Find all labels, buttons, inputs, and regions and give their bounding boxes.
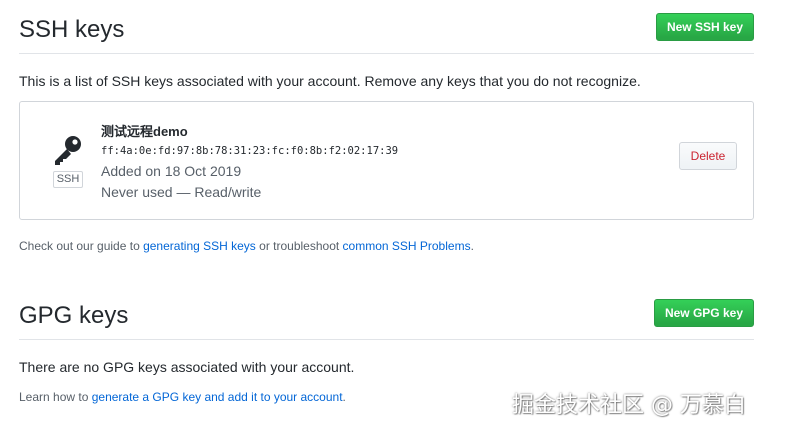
ssh-key-item: SSH 测试远程demo ff:4a:0e:fd:97:8b:78:31:23:… (19, 101, 754, 220)
ssh-guide-suffix: . (470, 239, 474, 253)
ssh-section-title: SSH keys (19, 16, 125, 43)
ssh-badge: SSH (53, 171, 83, 188)
ssh-key-usage: Never used — Read/write (101, 184, 262, 200)
gpg-section-header: GPG keys New GPG key (19, 297, 754, 340)
ssh-section-header: SSH keys New SSH key (19, 11, 754, 54)
common-ssh-problems-link[interactable]: common SSH Problems (343, 239, 471, 253)
ssh-key-fingerprint: ff:4a:0e:fd:97:8b:78:31:23:fc:f0:8b:f2:0… (101, 145, 399, 157)
ssh-key-added-date: Added on 18 Oct 2019 (101, 163, 242, 179)
new-gpg-key-button[interactable]: New GPG key (653, 299, 754, 327)
generate-gpg-key-link[interactable]: generate a GPG key and add it to your ac… (92, 390, 343, 404)
ssh-guide-text: Check out our guide to generating SSH ke… (19, 239, 474, 253)
generating-ssh-keys-link[interactable]: generating SSH keys (143, 239, 256, 253)
ssh-guide-prefix: Check out our guide to (19, 239, 144, 253)
gpg-learn-prefix: Learn how to (19, 390, 92, 404)
gpg-section-title: GPG keys (19, 302, 129, 329)
new-ssh-key-button[interactable]: New SSH key (655, 13, 754, 41)
gpg-learn-suffix: . (342, 390, 346, 404)
watermark-text: 掘金技术社区 @ 万慕白 (512, 393, 746, 418)
ssh-key-title: 测试远程demo (101, 124, 188, 139)
key-icon (52, 134, 86, 168)
settings-page: SSH keys New SSH key This is a list of S… (0, 0, 789, 432)
gpg-learn-text: Learn how to generate a GPG key and add … (19, 390, 346, 404)
delete-ssh-key-button[interactable]: Delete (679, 142, 737, 170)
ssh-guide-middle: or troubleshoot (255, 239, 343, 253)
ssh-description: This is a list of SSH keys associated wi… (19, 73, 641, 89)
gpg-empty-text: There are no GPG keys associated with yo… (19, 359, 355, 375)
